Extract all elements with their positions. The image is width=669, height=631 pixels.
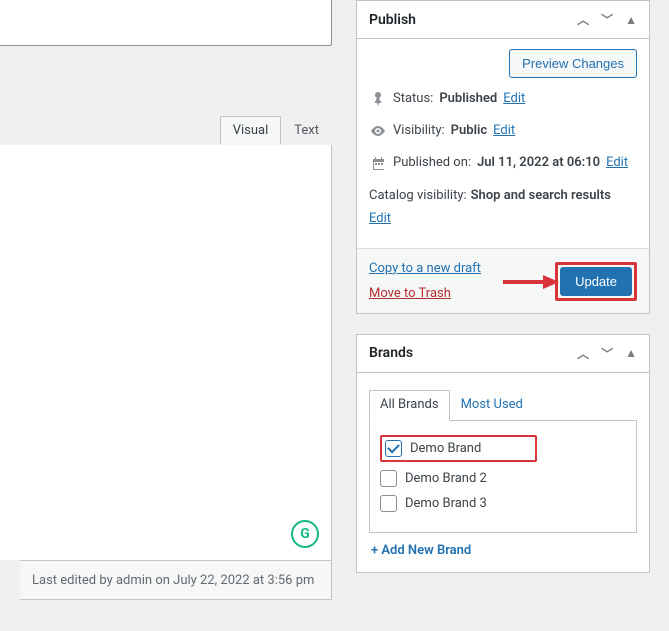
edit-visibility-link[interactable]: Edit [493,122,515,140]
brands-box: Brands ︿ ﹀ ▲ All Brands Most Used Demo B… [356,334,650,573]
preview-changes-button[interactable]: Preview Changes [509,49,637,78]
brand-checkbox[interactable] [380,470,397,487]
brand-label: Demo Brand [410,441,481,456]
move-up-icon[interactable]: ︿ [577,345,589,362]
publish-box-header[interactable]: Publish ︿ ﹀ ▲ [357,1,649,39]
publish-box: Publish ︿ ﹀ ▲ Preview Changes Status: Pu… [356,0,650,314]
tab-text[interactable]: Text [281,116,332,145]
add-new-brand-link[interactable]: + Add New Brand [369,533,637,560]
grammarly-icon[interactable]: G [291,520,319,548]
update-button[interactable]: Update [560,267,632,296]
eye-icon [369,125,387,137]
toggle-icon[interactable]: ▲ [625,13,637,27]
brand-item[interactable]: Demo Brand 2 [378,466,628,491]
editor-body[interactable]: G [0,145,332,560]
tab-most-used[interactable]: Most Used [450,390,534,421]
status-value: Published [439,90,497,108]
visibility-label: Visibility: [393,122,445,140]
move-to-trash-link[interactable]: Move to Trash [369,286,481,301]
last-edited-footer: Last edited by admin on July 22, 2022 at… [20,560,332,600]
copy-to-new-draft-link[interactable]: Copy to a new draft [369,261,481,276]
title-input[interactable] [0,0,332,46]
update-highlight: Update [555,262,637,301]
edit-publishedon-link[interactable]: Edit [606,154,628,172]
brand-list: Demo Brand Demo Brand 2 Demo Brand 3 [369,421,637,533]
move-down-icon[interactable]: ﹀ [601,11,613,28]
arrow-icon [503,275,559,289]
edit-catalog-link[interactable]: Edit [369,211,391,226]
brand-checkbox[interactable] [380,495,397,512]
calendar-icon [369,157,387,170]
move-up-icon[interactable]: ︿ [577,11,589,28]
tab-all-brands[interactable]: All Brands [369,390,450,421]
catalog-value: Shop and search results [471,187,611,205]
status-label: Status: [393,90,433,108]
publishedon-value: Jul 11, 2022 at 06:10 [477,154,600,172]
brands-box-header[interactable]: Brands ︿ ﹀ ▲ [357,335,649,373]
brand-checkbox[interactable] [385,440,402,457]
move-down-icon[interactable]: ﹀ [601,345,613,362]
tab-visual[interactable]: Visual [220,116,282,145]
brand-highlight: Demo Brand [380,435,537,462]
brand-label: Demo Brand 3 [405,496,487,511]
brand-label: Demo Brand 2 [405,471,487,486]
visibility-value: Public [451,122,487,140]
edit-status-link[interactable]: Edit [503,90,525,108]
publish-box-title: Publish [369,12,416,28]
brands-box-title: Brands [369,345,413,361]
brand-item[interactable]: Demo Brand 3 [378,491,628,516]
publishedon-label: Published on: [393,154,471,172]
editor-tabs: Visual Text [220,116,332,145]
pin-icon [369,92,387,106]
catalog-label: Catalog visibility: [369,187,467,205]
toggle-icon[interactable]: ▲ [625,346,637,360]
brand-item[interactable]: Demo Brand [378,431,628,466]
